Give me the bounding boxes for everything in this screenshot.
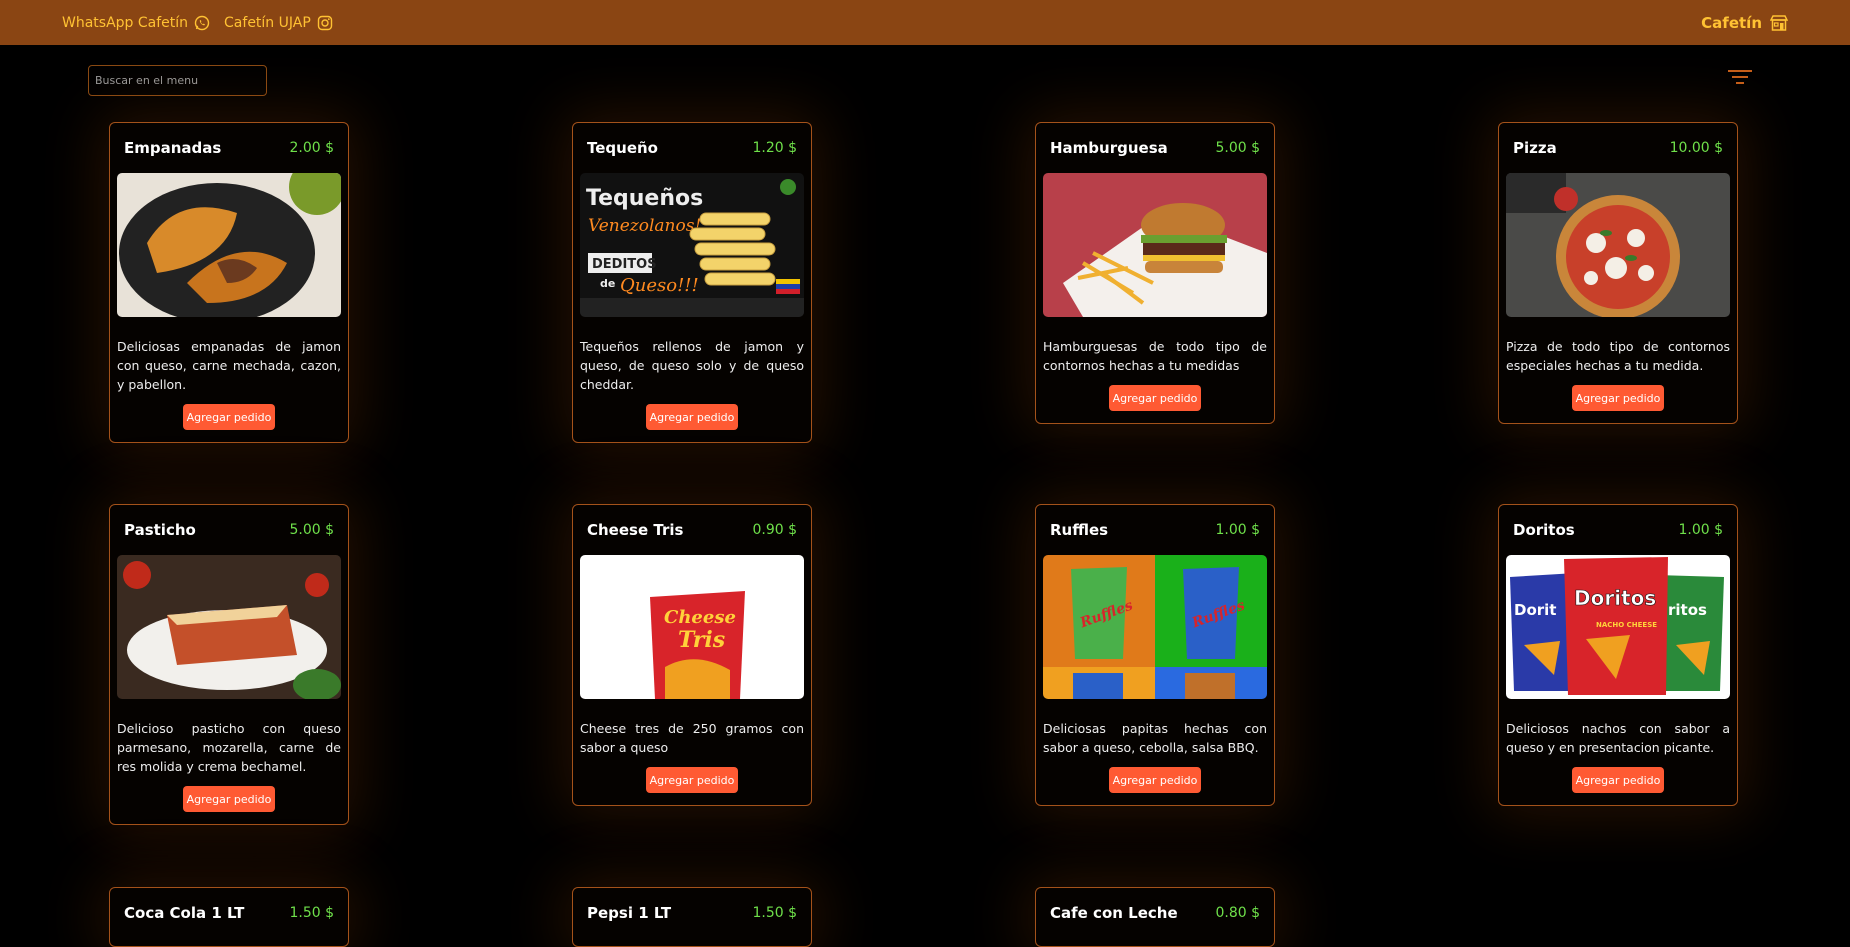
product-name: Cheese Tris [587,521,684,539]
product-price: 0.80 $ [1215,905,1260,921]
image-text: Tequeños [586,186,703,211]
product-card: Doritos 1.00 $ Dorit Doritos NACHO CHEES… [1498,504,1738,806]
product-price: 1.50 $ [752,905,797,921]
image-text: Doritos [1574,586,1656,610]
product-image-cheese-tris: Cheese Tris [580,555,804,699]
product-card: Pizza 10.00 $ Pizza de todo tipo de cont… [1498,122,1738,424]
product-price: 2.00 $ [289,140,334,156]
product-name: Pasticho [124,521,196,539]
image-text: Dorit [1514,601,1556,619]
top-bar: WhatsApp Cafetín Cafetín UJAP Cafetín [0,0,1850,45]
product-card: Hamburguesa 5.00 $ Hamburguesas de todo … [1035,122,1275,424]
add-order-button[interactable]: Agregar pedido [646,767,738,793]
product-price: 1.20 $ [752,140,797,156]
shop-icon [1770,14,1788,31]
image-text: NACHO CHEESE [1596,621,1657,629]
product-name: Pepsi 1 LT [587,904,672,922]
image-text: de [600,277,615,290]
add-order-button[interactable]: Agregar pedido [1572,767,1664,793]
whatsapp-link-label: WhatsApp Cafetín [62,14,189,31]
product-image-ruffles: Ruffles Ruffles [1043,555,1267,699]
filter-button[interactable] [1726,67,1754,87]
product-image-tequeno: Tequeños Venezolanos! DEDITOS de Queso!!… [580,173,804,317]
product-price: 5.00 $ [1215,140,1260,156]
product-price: 1.00 $ [1215,522,1260,538]
image-text: ritos [1668,601,1707,619]
product-card: Empanadas 2.00 $ Deliciosas empanadas de… [109,122,349,443]
add-order-button[interactable]: Agregar pedido [646,404,738,430]
product-description: Delicioso pasticho con queso parmesano, … [117,721,341,774]
product-image-hamburguesa [1043,173,1267,317]
product-price: 0.90 $ [752,522,797,538]
product-image-doritos: Dorit Doritos NACHO CHEESE ritos [1506,555,1730,699]
add-order-button[interactable]: Agregar pedido [183,786,275,812]
product-price: 10.00 $ [1669,140,1723,156]
product-description: Cheese tres de 250 gramos con sabor a qu… [580,721,804,755]
product-price: 1.50 $ [289,905,334,921]
add-order-button[interactable]: Agregar pedido [1109,385,1201,411]
filter-icon [1726,70,1754,91]
instagram-icon [317,15,333,31]
image-text: Queso!!! [620,275,699,296]
product-card: Ruffles 1.00 $ Ruffles Ruffles Deliciosa… [1035,504,1275,806]
product-description: Pizza de todo tipo de contornos especial… [1506,339,1730,373]
whatsapp-link[interactable]: WhatsApp Cafetín [62,15,210,31]
add-order-button[interactable]: Agregar pedido [1109,767,1201,793]
product-name: Empanadas [124,139,222,157]
product-description: Tequeños rellenos de jamon y queso, de q… [580,339,804,392]
product-image-empanadas [117,173,341,317]
add-order-button[interactable]: Agregar pedido [1572,385,1664,411]
image-text: Venezolanos! [588,216,701,236]
product-name: Coca Cola 1 LT [124,904,245,922]
product-image-pasticho [117,555,341,699]
image-text: Tris [678,627,725,653]
product-name: Doritos [1513,521,1575,539]
product-card: Pasticho 5.00 $ Delicioso pasticho con q… [109,504,349,825]
product-name: Ruffles [1050,521,1109,539]
product-card: Tequeño 1.20 $ Tequeños Venezolanos! DED… [572,122,812,443]
product-name: Pizza [1513,139,1557,157]
product-description: Deliciosas papitas hechas con sabor a qu… [1043,721,1267,755]
whatsapp-icon [194,15,210,31]
social-links: WhatsApp Cafetín Cafetín UJAP [62,15,333,31]
image-text: DEDITOS [592,257,657,272]
product-card: Cafe con Leche 0.80 $ [1035,887,1275,947]
product-image-pizza [1506,173,1730,317]
instagram-link[interactable]: Cafetín UJAP [224,15,333,31]
add-order-button[interactable]: Agregar pedido [183,404,275,430]
brand[interactable]: Cafetín [1701,14,1788,32]
product-price: 5.00 $ [289,522,334,538]
product-card: Coca Cola 1 LT 1.50 $ [109,887,349,947]
product-name: Cafe con Leche [1050,904,1178,922]
product-description: Deliciosas empanadas de jamon con queso,… [117,339,341,392]
image-text: Cheese [664,607,736,628]
brand-label: Cafetín [1701,13,1762,32]
product-description: Hamburguesas de todo tipo de contornos h… [1043,339,1267,373]
product-name: Tequeño [587,139,658,157]
search-input[interactable] [88,65,267,96]
product-description: Deliciosos nachos con sabor a queso y en… [1506,721,1730,755]
product-card: Cheese Tris 0.90 $ Cheese Tris Cheese tr… [572,504,812,806]
product-name: Hamburguesa [1050,139,1168,157]
product-price: 1.00 $ [1678,522,1723,538]
product-card: Pepsi 1 LT 1.50 $ [572,887,812,947]
instagram-link-label: Cafetín UJAP [224,14,311,31]
